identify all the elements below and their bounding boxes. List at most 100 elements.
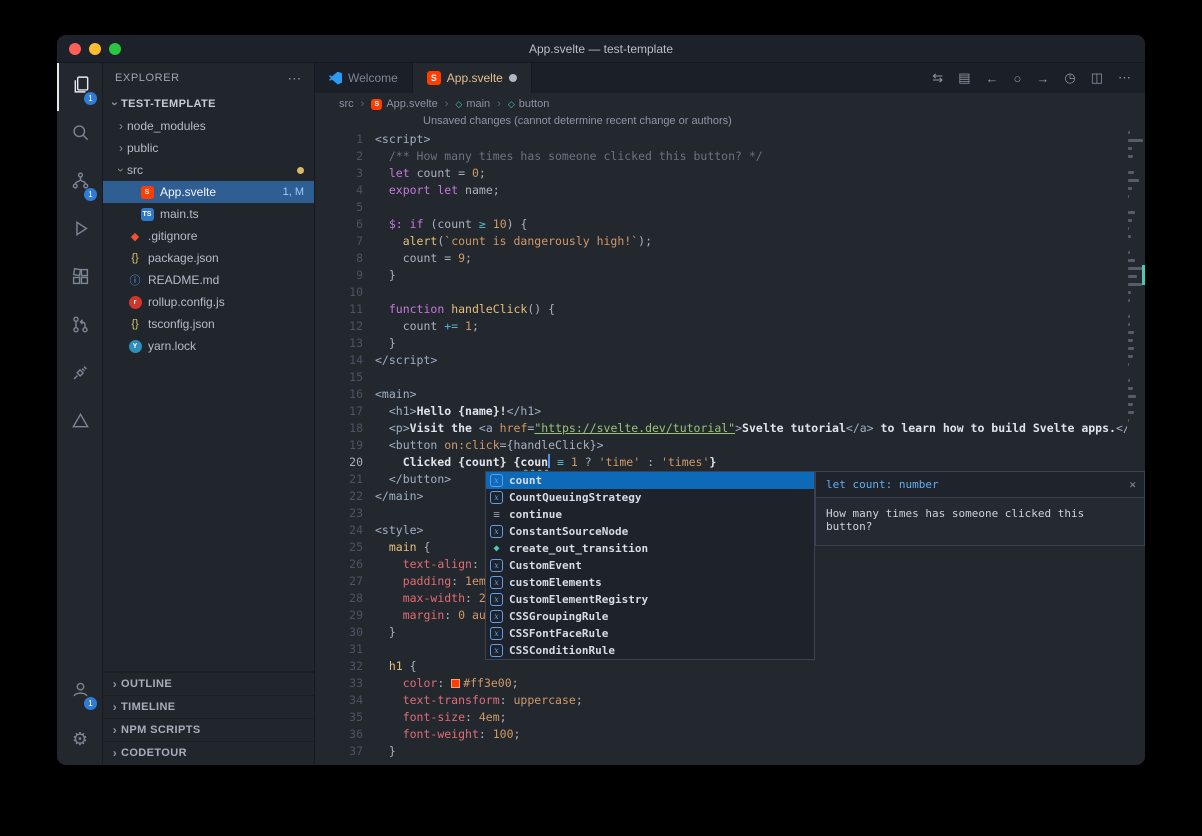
line-number[interactable]: 37 [315, 743, 363, 760]
folder-src[interactable]: ›src [103, 159, 314, 181]
suggestion-cssgroupingrule[interactable]: xCSSGroupingRule [486, 608, 814, 625]
suggestion-customelements[interactable]: xcustomElements [486, 574, 814, 591]
open-changes-icon[interactable]: ⇆ [932, 70, 943, 86]
code-line[interactable]: 2 /** How many times has someone clicked… [315, 148, 1145, 165]
file-yarn-lock[interactable]: Yyarn.lock [103, 335, 314, 357]
line-number[interactable]: 3 [315, 165, 363, 182]
file-tsconfig-json[interactable]: {}tsconfig.json [103, 313, 314, 335]
line-number[interactable]: 6 [315, 216, 363, 233]
breadcrumb-item-main[interactable]: ◇main [455, 98, 490, 110]
line-number[interactable]: 19 [315, 437, 363, 454]
tab-app-svelte[interactable]: SApp.svelte [413, 63, 532, 93]
activity-item-github-pull-requests[interactable] [57, 303, 103, 351]
timeline-icon[interactable]: ◷ [1064, 70, 1075, 86]
line-number[interactable]: 4 [315, 182, 363, 199]
color-swatch-icon[interactable] [451, 679, 460, 688]
activity-item-source-control[interactable]: 1 [57, 159, 103, 207]
line-number[interactable]: 34 [315, 692, 363, 709]
sidebar-panel-outline[interactable]: ›OUTLINE [103, 672, 314, 695]
editor-content[interactable]: Unsaved changes (cannot determine recent… [315, 115, 1145, 764]
line-number[interactable]: 20 [315, 454, 363, 471]
file-rollup-config-js[interactable]: rrollup.config.js [103, 291, 314, 313]
suggestion-continue[interactable]: ≡continue [486, 506, 814, 523]
tab-welcome[interactable]: Welcome [315, 63, 413, 93]
minimap[interactable] [1127, 115, 1145, 764]
code-line[interactable]: 11 function handleClick() { [315, 301, 1145, 318]
code-line[interactable]: 5 [315, 199, 1145, 216]
code-line[interactable]: 13 } [315, 335, 1145, 352]
activity-item-accounts[interactable]: 1 [57, 668, 103, 716]
file--gitignore[interactable]: ◆.gitignore [103, 225, 314, 247]
dirty-indicator[interactable] [509, 74, 517, 82]
split-editor-icon[interactable]: ◫ [1091, 70, 1103, 86]
line-number[interactable]: 28 [315, 590, 363, 607]
lightbulb-icon[interactable] [379, 456, 391, 469]
code-line[interactable]: 17 <h1>Hello {name}!</h1> [315, 403, 1145, 420]
code-line[interactable]: 18 <p>Visit the <a href="https://svelte.… [315, 420, 1145, 437]
code-line[interactable]: 14</script> [315, 352, 1145, 369]
code-line[interactable]: 16<main> [315, 386, 1145, 403]
project-root-row[interactable]: › TEST-TEMPLATE [103, 93, 314, 115]
code-line[interactable]: 6 $: if (count ≥ 10) { [315, 216, 1145, 233]
line-number[interactable]: 29 [315, 607, 363, 624]
line-number[interactable]: 5 [315, 199, 363, 216]
line-number[interactable]: 23 [315, 505, 363, 522]
sidebar-panel-codetour[interactable]: ›CODETOUR [103, 741, 314, 764]
activity-item-search[interactable] [57, 111, 103, 159]
zoom-window-button[interactable] [109, 43, 121, 55]
file-main-ts[interactable]: TSmain.ts [103, 203, 314, 225]
code-line[interactable]: 37 } [315, 743, 1145, 760]
suggestion-cssfontfacerule[interactable]: xCSSFontFaceRule [486, 625, 814, 642]
forward-icon[interactable]: → [1036, 71, 1049, 86]
line-number[interactable]: 9 [315, 267, 363, 284]
breadcrumb-item-button[interactable]: ◇button [508, 98, 550, 110]
activity-item-run-debug[interactable] [57, 207, 103, 255]
file-readme-md[interactable]: ⓘREADME.md [103, 269, 314, 291]
line-number[interactable]: 18 [315, 420, 363, 437]
back-icon[interactable]: ← [986, 71, 999, 86]
line-number[interactable]: 32 [315, 658, 363, 675]
line-number[interactable]: 17 [315, 403, 363, 420]
suggestion-customevent[interactable]: xCustomEvent [486, 557, 814, 574]
line-number[interactable]: 25 [315, 539, 363, 556]
activity-item-remote-plug[interactable] [57, 351, 103, 399]
record-icon[interactable]: ○ [1014, 71, 1022, 86]
folder-node-modules[interactable]: ›node_modules [103, 115, 314, 137]
line-number[interactable]: 27 [315, 573, 363, 590]
code-line[interactable]: 35 font-size: 4em; [315, 709, 1145, 726]
line-number[interactable]: 26 [315, 556, 363, 573]
code-line[interactable]: 15 [315, 369, 1145, 386]
line-number[interactable]: 35 [315, 709, 363, 726]
line-number[interactable]: 31 [315, 641, 363, 658]
code-line[interactable]: 3 let count = 0; [315, 165, 1145, 182]
line-number[interactable]: 2 [315, 148, 363, 165]
suggestion-count[interactable]: xcount [486, 472, 814, 489]
code-line[interactable]: 34 text-transform: uppercase; [315, 692, 1145, 709]
code-line[interactable]: 19 <button on:click={handleClick}> [315, 437, 1145, 454]
activity-item-explorer[interactable]: 1 [57, 63, 103, 111]
suggestion-customelementregistry[interactable]: xCustomElementRegistry [486, 591, 814, 608]
breadcrumb-item-src[interactable]: src [339, 98, 354, 110]
activity-item-extensions[interactable] [57, 255, 103, 303]
line-number[interactable]: 1 [315, 131, 363, 148]
line-number[interactable]: 12 [315, 318, 363, 335]
more-actions-icon[interactable]: ⋯ [1118, 70, 1131, 86]
line-number[interactable]: 13 [315, 335, 363, 352]
code-line[interactable]: 20 Clicked {count} {coun ≡ 1 ? 'time' : … [315, 454, 1145, 471]
explorer-more-actions-icon[interactable]: ⋯ [287, 70, 302, 87]
line-number[interactable]: 22 [315, 488, 363, 505]
line-number[interactable]: 15 [315, 369, 363, 386]
sidebar-panel-npm-scripts[interactable]: ›NPM SCRIPTS [103, 718, 314, 741]
sidebar-panel-timeline[interactable]: ›TIMELINE [103, 695, 314, 718]
open-preview-icon[interactable]: ▤ [958, 70, 970, 86]
folder-public[interactable]: ›public [103, 137, 314, 159]
suggestion-create_out_transition[interactable]: ◆create_out_transition [486, 540, 814, 557]
line-number[interactable]: 33 [315, 675, 363, 692]
suggestion-cssconditionrule[interactable]: xCSSConditionRule [486, 642, 814, 659]
code-line[interactable]: 12 count += 1; [315, 318, 1145, 335]
line-number[interactable]: 36 [315, 726, 363, 743]
line-number[interactable]: 14 [315, 352, 363, 369]
line-number[interactable]: 8 [315, 250, 363, 267]
file-app-svelte[interactable]: SApp.svelte1, M [103, 181, 314, 203]
line-number[interactable]: 21 [315, 471, 363, 488]
